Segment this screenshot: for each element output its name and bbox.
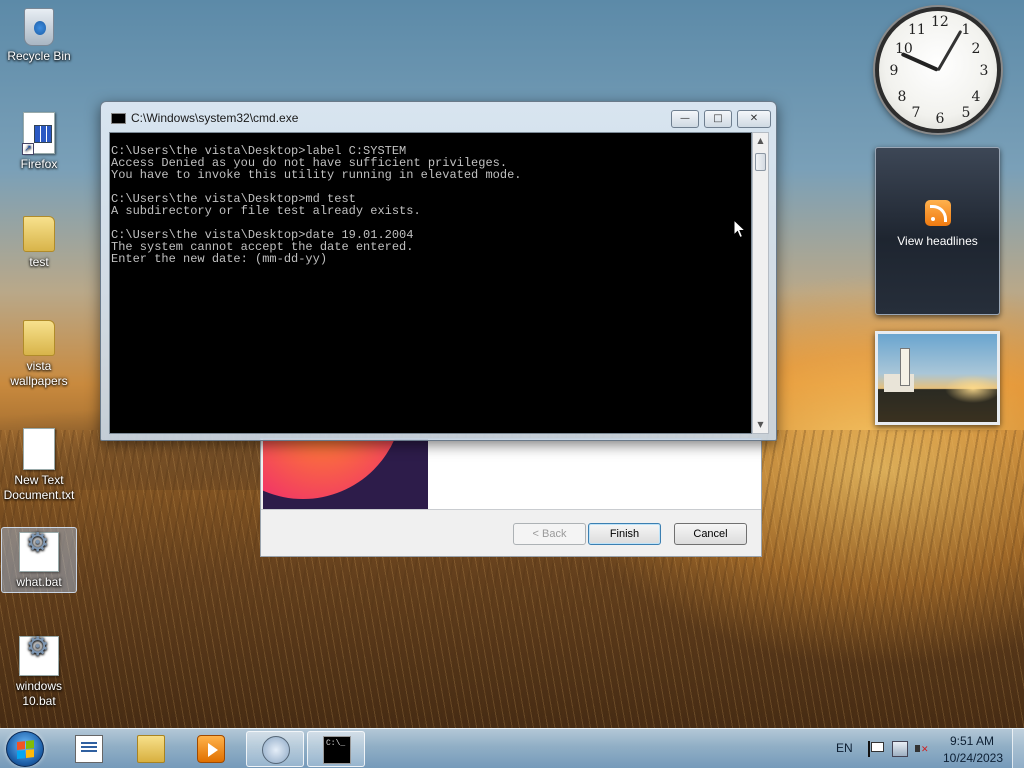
show-desktop-button[interactable] xyxy=(1012,729,1024,768)
setup-disc-icon xyxy=(262,736,290,764)
desktop-icon-firefox[interactable]: ↗ Firefox xyxy=(1,112,77,172)
clock-number: 9 xyxy=(889,63,899,79)
desktop-icon-label: test xyxy=(29,255,49,269)
taskbar-setup-button[interactable] xyxy=(246,731,304,767)
clock-number: 3 xyxy=(979,63,989,79)
cmd-app-icon[interactable] xyxy=(111,113,126,124)
maximize-button[interactable]: □ xyxy=(704,110,732,128)
taskbar-explorer-button[interactable] xyxy=(122,731,180,767)
minimize-button[interactable]: — xyxy=(671,110,699,128)
taskbar-notepad-button[interactable] xyxy=(60,731,118,767)
network-icon[interactable] xyxy=(892,741,908,757)
close-button[interactable]: ✕ xyxy=(737,110,771,128)
slideshow-gadget[interactable] xyxy=(875,331,1000,425)
volume-muted-icon[interactable] xyxy=(914,741,930,757)
text-document-icon xyxy=(23,428,55,470)
console-line: You have to invoke this utility running … xyxy=(111,168,522,182)
wizard-separator xyxy=(261,509,761,510)
finish-button[interactable]: Finish xyxy=(588,523,661,545)
console-output[interactable]: C:\Users\the vista\Desktop>label C:SYSTE… xyxy=(109,132,752,434)
batch-file-icon xyxy=(19,532,59,572)
taskbar-media-player-button[interactable] xyxy=(182,731,240,767)
folder-icon xyxy=(23,320,55,356)
windows-logo-icon xyxy=(17,740,35,760)
cmd-window[interactable]: C:\Windows\system32\cmd.exe — □ ✕ C:\Use… xyxy=(100,101,777,441)
desktop-icon-windows-10-bat[interactable]: windows 10.bat xyxy=(1,636,77,709)
desktop-icon-vista-wallpapers[interactable]: vista wallpapers xyxy=(1,320,77,389)
clock-number: 8 xyxy=(897,89,907,105)
desktop-icon-label: vista wallpapers xyxy=(10,359,68,388)
clock-number: 4 xyxy=(971,89,981,105)
photo-lighthouse xyxy=(900,348,910,386)
taskbar: C:\_ EN 9:51 AM 10/24/2023 xyxy=(0,728,1024,768)
command-prompt-icon: C:\_ xyxy=(323,736,351,764)
cmd-window-title: C:\Windows\system32\cmd.exe xyxy=(131,111,299,125)
batch-file-icon xyxy=(19,636,59,676)
desktop-icon-what-bat[interactable]: what.bat xyxy=(1,527,77,593)
desktop-icon-label: New Text Document.txt xyxy=(3,473,75,502)
clock-time[interactable]: 9:51 AM xyxy=(948,734,996,748)
scroll-down-arrow-icon[interactable]: ▼ xyxy=(753,417,768,433)
cancel-button[interactable]: Cancel xyxy=(674,523,747,545)
wizard-banner-art xyxy=(263,439,428,509)
clock-date[interactable]: 10/24/2023 xyxy=(942,751,1004,765)
clock-number: 5 xyxy=(961,105,971,121)
cmd-titlebar[interactable]: C:\Windows\system32\cmd.exe — □ ✕ xyxy=(101,102,776,132)
clock-number: 12 xyxy=(931,14,949,30)
folder-libraries-icon xyxy=(137,735,165,763)
feed-headlines-gadget[interactable]: View headlines xyxy=(875,147,1000,315)
action-center-flag-icon[interactable] xyxy=(868,741,884,757)
folder-icon xyxy=(23,216,55,252)
language-indicator[interactable]: EN xyxy=(836,741,853,755)
clock-number: 6 xyxy=(935,111,945,127)
desktop-icon-label: what.bat xyxy=(16,575,62,589)
desktop-icon-test-folder[interactable]: test xyxy=(1,216,77,270)
clock-hour-hand xyxy=(900,51,939,72)
view-headlines-link[interactable]: View headlines xyxy=(876,234,999,248)
media-player-icon xyxy=(197,735,225,763)
desktop-icon-label: Firefox xyxy=(20,157,58,171)
desktop-icon-label: windows 10.bat xyxy=(15,679,63,708)
firefox-shortcut-icon: ↗ xyxy=(22,112,55,155)
clock-number: 11 xyxy=(908,22,926,38)
notepad-icon xyxy=(75,735,103,763)
clock-number: 2 xyxy=(971,41,981,57)
clock-number: 7 xyxy=(911,105,921,121)
console-scrollbar[interactable]: ▲ ▼ xyxy=(752,132,769,434)
clock-minute-hand xyxy=(936,29,963,72)
recycle-bin-icon xyxy=(24,8,54,46)
desktop-icon-label: Recycle Bin xyxy=(7,49,71,63)
setup-wizard-dialog: < Back Finish Cancel xyxy=(260,438,762,557)
wizard-content-area xyxy=(428,439,761,509)
scroll-thumb[interactable] xyxy=(755,153,766,171)
taskbar-cmd-button[interactable]: C:\_ xyxy=(307,731,365,767)
desktop-icon-new-text-document[interactable]: New Text Document.txt xyxy=(1,428,77,503)
rss-feed-icon xyxy=(924,200,951,226)
scroll-up-arrow-icon[interactable]: ▲ xyxy=(753,133,768,149)
desktop-icon-recycle-bin[interactable]: Recycle Bin xyxy=(1,8,77,64)
back-button[interactable]: < Back xyxy=(513,523,586,545)
console-line: A subdirectory or file test already exis… xyxy=(111,204,421,218)
start-button[interactable] xyxy=(6,731,44,767)
clock-gadget[interactable]: 12 1 2 3 4 5 6 7 8 9 10 11 xyxy=(875,7,1001,133)
console-line: Enter the new date: (mm-dd-yy) xyxy=(111,252,328,266)
